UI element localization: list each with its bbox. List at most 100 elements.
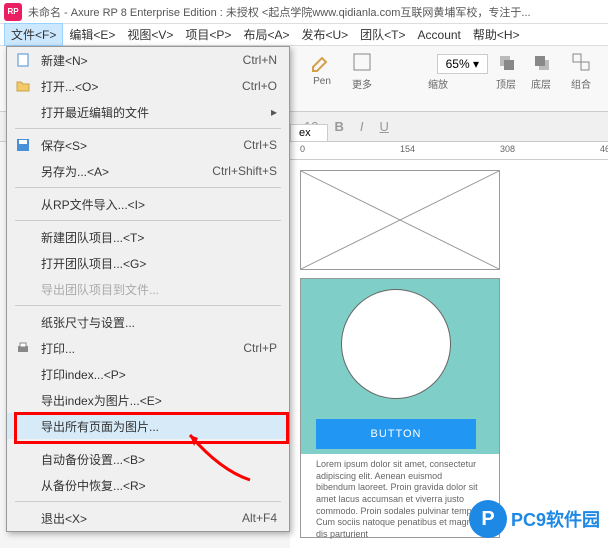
shortcut: Ctrl+S [243,138,277,152]
zoom-label-grp: 缩放 [428,50,448,91]
tool-more[interactable]: 更多 [350,50,374,91]
ruler-horizontal: 0 154 308 462 [290,142,608,160]
menu-item-label: 打开团队项目...<G> [41,255,146,272]
menu-layout[interactable]: 布局<A> [237,24,295,45]
menu-bar: 文件<F> 编辑<E> 视图<V> 项目<P> 布局<A> 发布<U> 团队<T… [0,24,608,46]
menu-recent[interactable]: 打开最近编辑的文件▸ [7,99,289,125]
print-icon [15,340,31,356]
bold-button[interactable]: B [330,117,347,136]
menu-file[interactable]: 文件<F> [4,23,63,46]
tool-bottom[interactable]: 底层 [529,50,553,91]
ruler-tick: 462 [600,144,608,154]
menu-export-index-img[interactable]: 导出index为图片...<E> [7,387,289,413]
menu-help[interactable]: 帮助<H> [467,24,526,45]
bottom-label: 底层 [531,76,551,91]
italic-button[interactable]: I [356,117,368,136]
top-label: 顶层 [496,76,516,91]
menu-separator [15,305,281,306]
menu-project[interactable]: 项目<P> [179,24,237,45]
menu-item-label: 从备份中恢复...<R> [41,477,146,494]
title-bar: RP 未命名 - Axure RP 8 Enterprise Edition :… [0,0,608,24]
menu-item-label: 打开...<O> [41,78,98,95]
menu-separator [15,128,281,129]
menu-separator [15,501,281,502]
menu-item-label: 退出<X> [41,510,87,527]
more-icon [350,50,374,74]
menu-import-rp[interactable]: 从RP文件导入...<I> [7,191,289,217]
shortcut: Ctrl+N [243,53,277,67]
menu-item-label: 导出index为图片...<E> [41,392,162,409]
menu-export-all-img[interactable]: 导出所有页面为图片... [7,413,289,439]
circle-shape[interactable] [341,289,451,399]
chevron-down-icon: ▾ [473,57,479,71]
pen-label: Pen [313,76,331,87]
menu-new[interactable]: 新建<N> Ctrl+N [7,47,289,73]
menu-auto-backup[interactable]: 自动备份设置...<B> [7,446,289,472]
page-tab[interactable]: ex [290,124,328,141]
menu-saveas[interactable]: 另存为...<A> Ctrl+Shift+S [7,158,289,184]
tool-pen[interactable]: Pen [310,50,334,87]
canvas[interactable]: BUTTON Lorem ipsum dolor sit amet, conse… [290,160,608,548]
placeholder-box[interactable] [300,170,500,270]
menu-print-index[interactable]: 打印index...<P> [7,361,289,387]
group-label: 组合 [571,76,591,91]
zoom-value: 65% [446,57,470,71]
menu-item-label: 纸张尺寸与设置... [41,314,135,331]
send-back-icon [529,50,553,74]
menu-item-label: 另存为...<A> [41,163,109,180]
submenu-arrow-icon: ▸ [271,105,277,119]
shortcut: Ctrl+P [243,341,277,355]
menu-item-label: 新建团队项目...<T> [41,229,144,246]
menu-print[interactable]: 打印... Ctrl+P [7,335,289,361]
menu-new-team[interactable]: 新建团队项目...<T> [7,224,289,250]
save-icon [15,137,31,153]
watermark: P PC9软件园 [469,500,600,538]
menu-export-team: 导出团队项目到文件... [7,276,289,302]
menu-page-setup[interactable]: 纸张尺寸与设置... [7,309,289,335]
menu-item-label: 导出所有页面为图片... [41,418,159,435]
menu-separator [15,442,281,443]
button-widget[interactable]: BUTTON [316,419,476,449]
tab-label: ex [299,127,311,139]
menu-view[interactable]: 视图<V> [121,24,179,45]
shortcut: Alt+F4 [242,511,277,525]
menu-restore-backup[interactable]: 从备份中恢复...<R> [7,472,289,498]
shortcut: Ctrl+Shift+S [212,164,277,178]
menu-open-team[interactable]: 打开团队项目...<G> [7,250,289,276]
window-title: 未命名 - Axure RP 8 Enterprise Edition : 未授… [28,4,531,20]
ruler-tick: 154 [400,144,415,154]
menu-separator [15,220,281,221]
menu-publish[interactable]: 发布<U> [295,24,354,45]
watermark-logo: P [469,500,507,538]
tool-group[interactable]: 组合 [569,50,593,91]
more-label: 更多 [352,76,372,91]
ruler-tick: 308 [500,144,515,154]
menu-item-label: 打印index...<P> [41,366,126,383]
app-logo: RP [4,3,22,21]
file-menu-dropdown: 新建<N> Ctrl+N 打开...<O> Ctrl+O 打开最近编辑的文件▸ 保存… [6,46,290,532]
menu-edit[interactable]: 编辑<E> [63,24,121,45]
menu-item-label: 新建<N> [41,52,88,69]
menu-save[interactable]: 保存<S>Ctrl+S [7,132,289,158]
group-icon [569,50,593,74]
underline-button[interactable]: U [375,117,392,136]
menu-item-label: 导出团队项目到文件... [41,281,159,298]
tool-top[interactable]: 顶层 [494,50,518,91]
open-folder-icon [15,78,31,94]
watermark-text: PC9软件园 [511,506,600,532]
shortcut: Ctrl+O [242,79,277,93]
new-file-icon [15,52,31,68]
bring-front-icon [494,50,518,74]
menu-item-label: 自动备份设置...<B> [41,451,145,468]
ruler-tick: 0 [300,144,305,154]
menu-account[interactable]: Account [412,26,467,44]
lorem-text[interactable]: Lorem ipsum dolor sit amet, consectetur … [316,459,484,541]
menu-team[interactable]: 团队<T> [354,24,411,45]
menu-open[interactable]: 打开...<O> Ctrl+O [7,73,289,99]
menu-item-label: 打印... [41,340,75,357]
phone-frame[interactable]: BUTTON Lorem ipsum dolor sit amet, conse… [300,278,500,538]
menu-exit[interactable]: 退出<X> Alt+F4 [7,505,289,531]
menu-separator [15,187,281,188]
zoom-label: 缩放 [428,76,448,91]
menu-item-label: 从RP文件导入...<I> [41,196,145,213]
